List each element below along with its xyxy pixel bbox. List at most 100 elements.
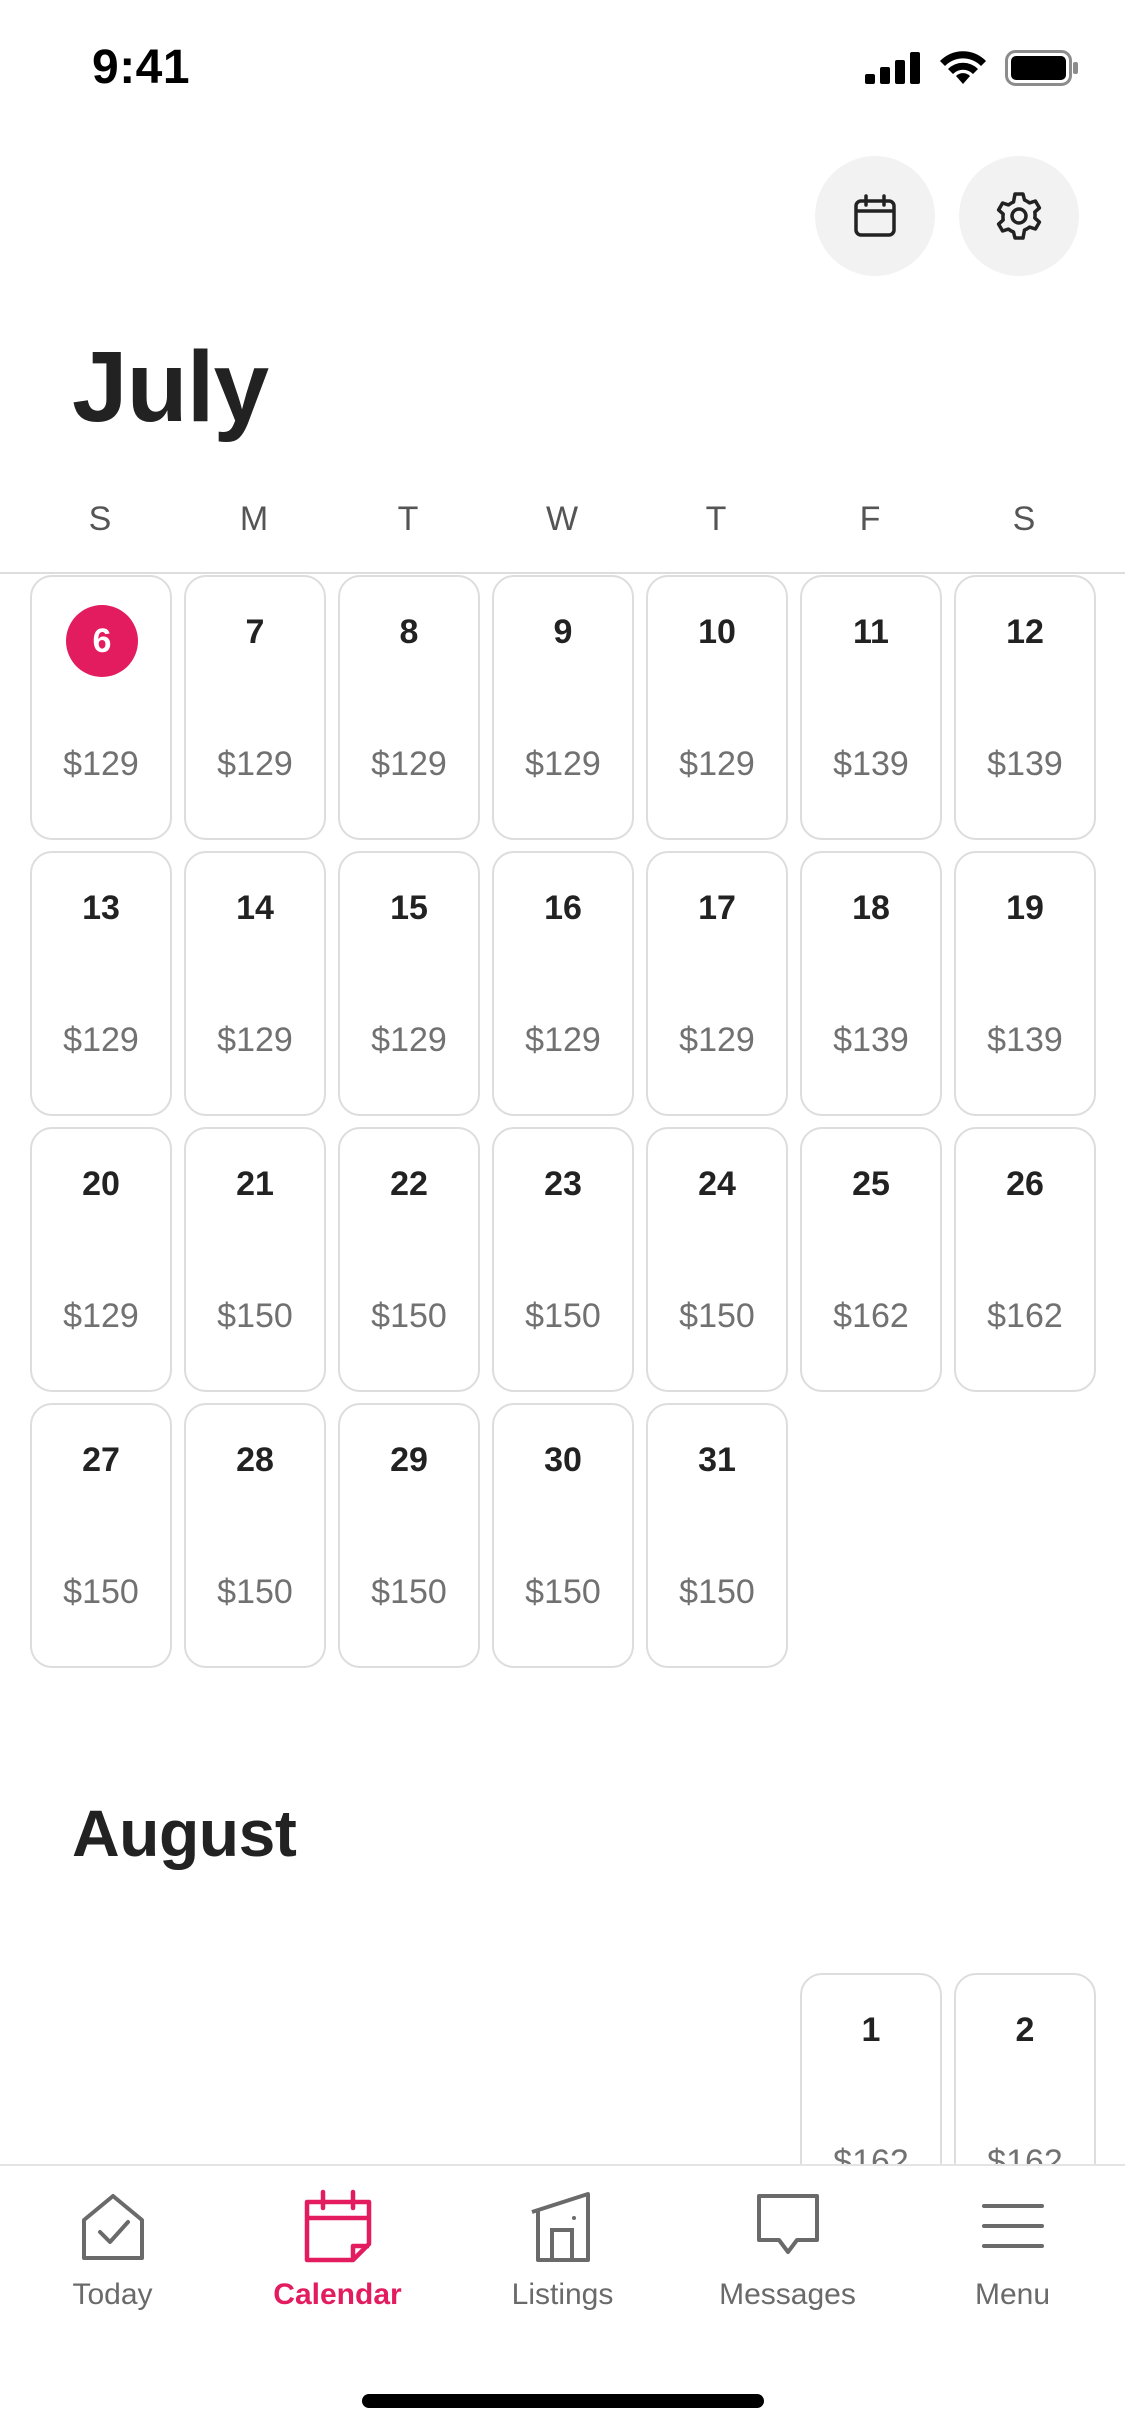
tab-messages[interactable]: Messages bbox=[675, 2188, 900, 2338]
day-cell[interactable]: 25 $162 bbox=[800, 1127, 942, 1392]
message-bubble-icon bbox=[756, 2194, 819, 2254]
menu-icon bbox=[981, 2204, 1044, 2248]
day-cell[interactable]: 18 $139 bbox=[800, 851, 942, 1116]
day-number: 27 bbox=[82, 1441, 120, 1479]
day-price: $129 bbox=[679, 745, 755, 783]
tab-calendar[interactable]: Calendar bbox=[225, 2188, 450, 2338]
day-price: $150 bbox=[63, 1573, 139, 1611]
battery-icon bbox=[1005, 50, 1078, 86]
day-cell[interactable]: 28 $150 bbox=[184, 1403, 326, 1668]
day-cell[interactable]: 14 $129 bbox=[184, 851, 326, 1116]
day-price: $129 bbox=[525, 1021, 601, 1059]
day-price: $129 bbox=[371, 1021, 447, 1059]
day-price: $150 bbox=[525, 1573, 601, 1611]
day-cell[interactable]: 12 $139 bbox=[954, 575, 1096, 840]
day-price: $129 bbox=[679, 1021, 755, 1059]
weekday-label: T bbox=[705, 500, 727, 538]
tab-listings[interactable]: Listings bbox=[450, 2188, 675, 2338]
tab-menu[interactable]: Menu bbox=[900, 2188, 1125, 2338]
day-cell[interactable]: 29 $150 bbox=[338, 1403, 480, 1668]
weekday-label: F bbox=[859, 500, 881, 538]
day-price: $139 bbox=[987, 745, 1063, 783]
weekday-label: S bbox=[1012, 500, 1036, 538]
day-number: 2 bbox=[1015, 2011, 1035, 2049]
day-number: 31 bbox=[698, 1441, 736, 1479]
day-cell[interactable]: 15 $129 bbox=[338, 851, 480, 1116]
tab-label: Menu bbox=[974, 2278, 1051, 2311]
gear-icon bbox=[996, 192, 1042, 240]
day-cell[interactable]: 16 $129 bbox=[492, 851, 634, 1116]
day-number: 13 bbox=[82, 889, 120, 927]
day-cell[interactable]: 31 $150 bbox=[646, 1403, 788, 1668]
day-price: $139 bbox=[833, 745, 909, 783]
day-price: $150 bbox=[525, 1297, 601, 1335]
day-cell[interactable]: 22 $150 bbox=[338, 1127, 480, 1392]
day-number: 25 bbox=[852, 1165, 890, 1203]
day-price: $139 bbox=[987, 1021, 1063, 1059]
day-price: $139 bbox=[833, 1021, 909, 1059]
day-cell[interactable]: 21 $150 bbox=[184, 1127, 326, 1392]
month-title-august: August bbox=[72, 1796, 297, 1870]
day-number: 29 bbox=[390, 1441, 428, 1479]
day-cell[interactable]: 27 $150 bbox=[30, 1403, 172, 1668]
day-price: $129 bbox=[217, 1021, 293, 1059]
calendar-view-button[interactable] bbox=[815, 156, 935, 276]
weekday-label: W bbox=[545, 500, 579, 538]
day-cell[interactable]: 9 $129 bbox=[492, 575, 634, 840]
day-number: 26 bbox=[1006, 1165, 1044, 1203]
calendar-icon bbox=[854, 194, 896, 237]
day-number: 6 bbox=[66, 605, 138, 677]
day-number: 20 bbox=[82, 1165, 120, 1203]
day-cell[interactable]: 8 $129 bbox=[338, 575, 480, 840]
day-number: 24 bbox=[698, 1165, 736, 1203]
top-actions bbox=[815, 156, 1079, 276]
day-cell[interactable]: 30 $150 bbox=[492, 1403, 634, 1668]
tab-label: Calendar bbox=[273, 2278, 402, 2311]
calendar-screen: 9:41 July S M T W T F S 6 $129 7 $129 8 … bbox=[0, 0, 1125, 2436]
day-price: $129 bbox=[63, 1297, 139, 1335]
settings-button[interactable] bbox=[959, 156, 1079, 276]
weekday-label: S bbox=[88, 500, 112, 538]
status-bar: 9:41 bbox=[0, 0, 1125, 140]
cellular-signal-icon bbox=[865, 52, 920, 84]
day-number: 11 bbox=[853, 613, 889, 651]
day-cell[interactable]: 24 $150 bbox=[646, 1127, 788, 1392]
day-price: $150 bbox=[679, 1297, 755, 1335]
day-number: 22 bbox=[390, 1165, 428, 1203]
tab-today[interactable]: Today bbox=[0, 2188, 225, 2338]
day-number: 8 bbox=[399, 613, 419, 651]
tab-label: Today bbox=[72, 2278, 153, 2311]
day-number: 12 bbox=[1006, 613, 1044, 651]
status-icons bbox=[865, 50, 1079, 86]
day-cell-today[interactable]: 6 $129 bbox=[30, 575, 172, 840]
day-cell[interactable]: 10 $129 bbox=[646, 575, 788, 840]
day-number: 10 bbox=[698, 613, 736, 651]
day-number: 7 bbox=[245, 613, 265, 651]
day-cell[interactable]: 26 $162 bbox=[954, 1127, 1096, 1392]
day-price: $129 bbox=[371, 745, 447, 783]
home-check-icon bbox=[81, 2194, 144, 2260]
day-cell[interactable]: 23 $150 bbox=[492, 1127, 634, 1392]
day-number: 16 bbox=[544, 889, 582, 927]
day-number: 14 bbox=[236, 889, 274, 927]
day-price: $150 bbox=[217, 1297, 293, 1335]
wifi-icon bbox=[940, 51, 986, 84]
day-number: 18 bbox=[852, 889, 890, 927]
day-cell[interactable]: 20 $129 bbox=[30, 1127, 172, 1392]
day-cell[interactable]: 19 $139 bbox=[954, 851, 1096, 1116]
day-cell[interactable]: 17 $129 bbox=[646, 851, 788, 1116]
weekday-header: S M T W T F S bbox=[0, 500, 1125, 572]
calendar-icon bbox=[304, 2189, 371, 2263]
home-indicator bbox=[362, 2394, 764, 2408]
day-cell[interactable]: 13 $129 bbox=[30, 851, 172, 1116]
day-cell[interactable]: 7 $129 bbox=[184, 575, 326, 840]
day-price: $162 bbox=[987, 1297, 1063, 1335]
tab-label: Messages bbox=[719, 2278, 856, 2311]
day-cell[interactable]: 11 $139 bbox=[800, 575, 942, 840]
tab-label: Listings bbox=[511, 2278, 614, 2311]
day-price: $150 bbox=[679, 1573, 755, 1611]
day-price: $129 bbox=[63, 745, 139, 783]
month-title-july: July bbox=[72, 331, 269, 443]
weekday-label: M bbox=[239, 500, 269, 538]
weekday-label: T bbox=[397, 500, 419, 538]
